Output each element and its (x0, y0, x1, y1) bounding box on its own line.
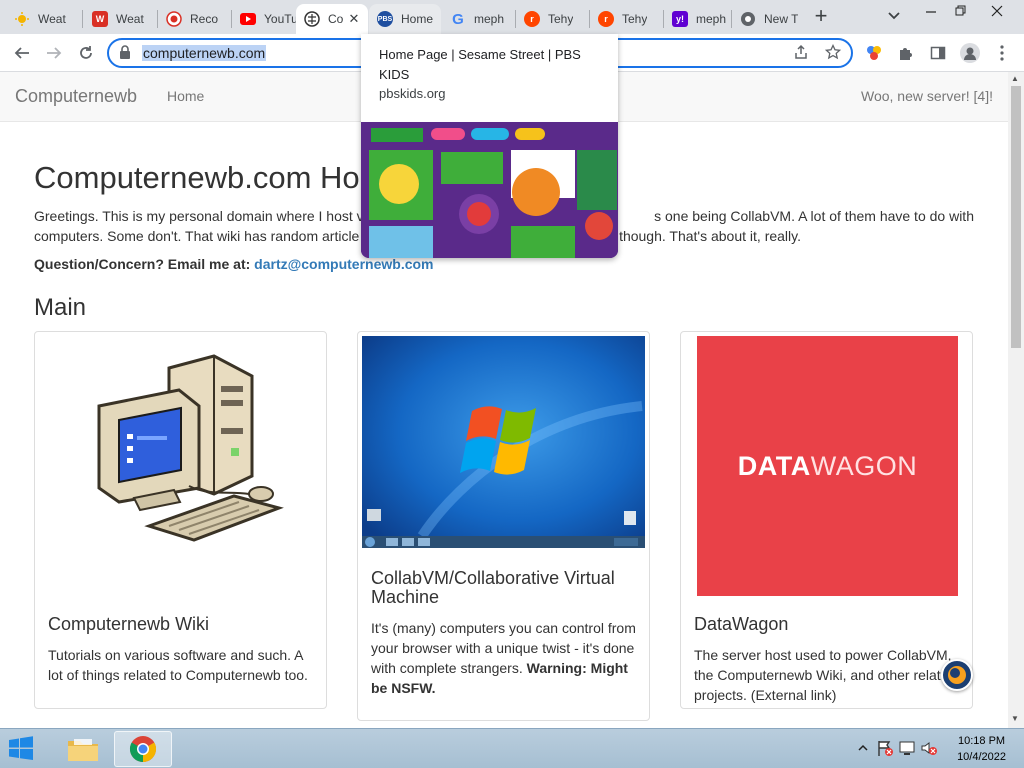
clock-date: 10/4/2022 (957, 751, 1006, 763)
hover-card-title: Home Page | Sesame Street | PBS KIDS (379, 47, 581, 82)
contact-email-link[interactable]: dartz@computernewb.com (254, 256, 433, 272)
tab-google-meph[interactable]: G meph (442, 4, 514, 34)
tab-weather-2[interactable]: W Weat (84, 4, 156, 34)
yahoo-icon: y! (672, 11, 688, 27)
retro-computer-image[interactable] (39, 336, 322, 548)
scrollbar-thumb[interactable] (1011, 86, 1021, 348)
floating-chat-button[interactable] (941, 659, 973, 691)
scroll-down-arrow-icon[interactable]: ▼ (1011, 714, 1019, 723)
card-description: Tutorials on various software and such. … (48, 647, 308, 683)
pbs-kids-icon: PBS (377, 11, 393, 27)
close-window-icon[interactable] (982, 4, 1012, 20)
card-datawagon[interactable]: DATAWAGON DataWagon The server host used… (680, 331, 973, 709)
clock-time: 10:18 PM (957, 735, 1006, 747)
reddit-icon: r (524, 11, 540, 27)
tab-hover-card: Home Page | Sesame Street | PBS KIDS pbs… (361, 34, 618, 258)
close-tab-icon[interactable]: ✕ (346, 11, 362, 27)
forward-arrow-icon[interactable] (42, 42, 66, 64)
tab-new-tab[interactable]: New T (732, 4, 798, 34)
tab-computernewb[interactable]: Co ✕ (296, 4, 368, 34)
card-title[interactable]: Computernewb Wiki (48, 615, 209, 634)
reddit-icon: r (598, 11, 614, 27)
url-text[interactable]: computernewb.com (142, 45, 267, 61)
windows-taskbar: 10:18 PM 10/4/2022 (0, 728, 1024, 768)
system-clock[interactable]: 10:18 PM 10/4/2022 (957, 733, 1006, 765)
tray-chevron-icon[interactable] (858, 741, 868, 755)
tab-yahoo[interactable]: y! meph (664, 4, 730, 34)
share-icon[interactable] (793, 44, 809, 64)
tab-strip: Weat W Weat Reco YouTu Co ✕ PBS Home G m… (0, 0, 1024, 34)
hover-card-preview-image (361, 114, 618, 258)
page-scrollbar[interactable]: ▲ ▼ (1008, 72, 1024, 728)
tab-record[interactable]: Reco (158, 4, 230, 34)
action-center-flag-icon[interactable] (876, 739, 894, 760)
start-button[interactable] (6, 733, 40, 765)
tab-youtube[interactable]: YouTu (232, 4, 300, 34)
google-icon: G (452, 10, 464, 28)
scroll-up-arrow-icon[interactable]: ▲ (1011, 74, 1019, 83)
extension-colorful-icon[interactable] (864, 43, 884, 63)
contact-line: Question/Concern? Email me at: dartz@com… (34, 256, 434, 272)
lock-icon[interactable] (119, 45, 131, 59)
network-icon[interactable] (898, 739, 916, 760)
restore-icon[interactable] (946, 4, 976, 20)
chrome-icon (740, 11, 756, 27)
hover-card-domain: pbskids.org (379, 86, 446, 101)
card-title[interactable]: DataWagon (694, 615, 788, 634)
tab-reddit-1[interactable]: r Tehy (516, 4, 588, 34)
card-description: The server host used to power CollabVM, … (694, 647, 952, 703)
card-description: It's (many) computers you can control fr… (371, 620, 636, 696)
card-title[interactable]: CollabVM/Collaborative Virtual Machine (371, 569, 641, 607)
record-icon (166, 11, 182, 27)
menu-kebab-icon[interactable] (992, 43, 1012, 63)
weather-icon (14, 11, 30, 27)
minimize-icon[interactable] (916, 4, 946, 20)
windows-7-desktop-image[interactable] (362, 336, 645, 548)
back-arrow-icon[interactable] (10, 42, 34, 64)
bookmark-star-icon[interactable] (824, 43, 842, 64)
profile-avatar-icon[interactable] (960, 43, 980, 63)
tab-separator (82, 10, 83, 28)
tab-pbs-kids[interactable]: PBS Home (369, 4, 441, 34)
reload-icon[interactable] (74, 42, 98, 64)
page-title: Computernewb.com Hon (34, 160, 377, 195)
nav-announcement[interactable]: Woo, new server! [4]! (861, 88, 993, 104)
datawagon-logo[interactable]: DATAWAGON (697, 336, 958, 596)
volume-muted-icon[interactable] (920, 739, 938, 760)
computernewb-icon (304, 11, 320, 27)
chrome-taskbar-icon[interactable] (114, 731, 172, 767)
file-explorer-taskbar-icon[interactable] (54, 731, 112, 767)
tab-reddit-2[interactable]: r Tehy (590, 4, 662, 34)
weather-icon: W (92, 11, 108, 27)
site-brand[interactable]: Computernewb (15, 86, 137, 107)
youtube-icon (240, 11, 256, 27)
extensions-puzzle-icon[interactable] (896, 43, 916, 63)
card-collabvm[interactable]: CollabVM/Collaborative Virtual Machine I… (357, 331, 650, 721)
card-computernewb-wiki[interactable]: Computernewb Wiki Tutorials on various s… (34, 331, 327, 709)
tab-weather-1[interactable]: Weat (6, 4, 80, 34)
side-panel-icon[interactable] (928, 43, 948, 63)
nav-home-link[interactable]: Home (167, 88, 204, 104)
new-tab-button[interactable]: + (810, 5, 832, 28)
tab-search-chevron-icon[interactable] (888, 9, 900, 23)
section-heading-main: Main (34, 294, 87, 321)
